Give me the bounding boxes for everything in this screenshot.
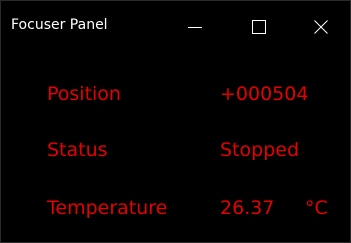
maximize-button[interactable] — [231, 0, 293, 54]
minimize-button[interactable] — [169, 0, 231, 54]
close-icon — [314, 20, 328, 34]
temperature-label: Temperature — [47, 197, 168, 219]
temperature-unit: °C — [305, 197, 328, 219]
position-value: +000504 — [220, 83, 309, 105]
position-label: Position — [47, 83, 121, 105]
window-title: Focuser Panel — [11, 17, 108, 33]
close-button[interactable] — [292, 0, 351, 54]
maximize-icon — [252, 20, 266, 34]
focuser-panel-window: Focuser Panel Position +000504 Status St… — [0, 0, 351, 243]
temperature-value: 26.37 — [220, 197, 275, 219]
title-bar[interactable]: Focuser Panel — [0, 0, 351, 54]
status-value: Stopped — [220, 139, 300, 161]
status-label: Status — [47, 139, 108, 161]
panel-body: Position +000504 Status Stopped Temperat… — [0, 54, 351, 243]
minimize-icon — [188, 27, 202, 28]
